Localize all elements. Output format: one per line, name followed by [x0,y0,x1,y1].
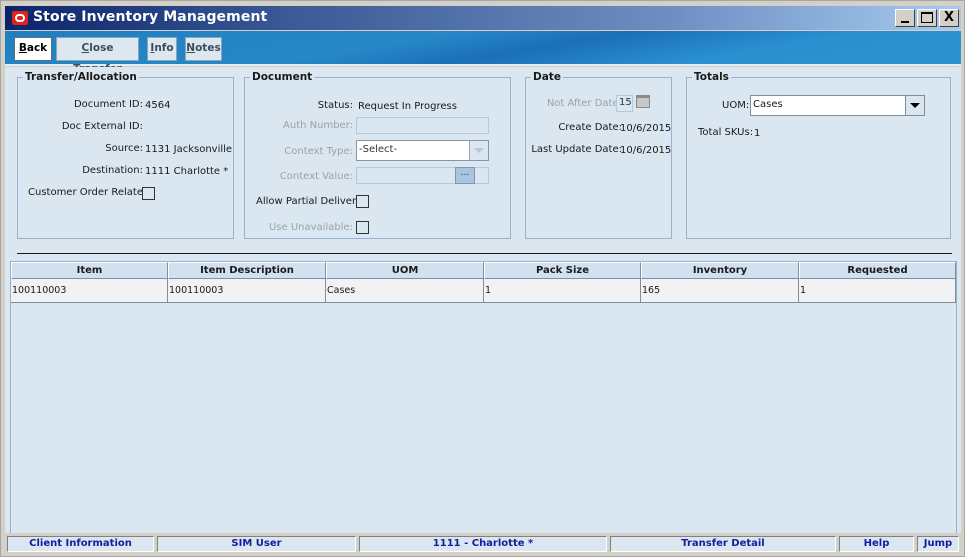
column-header-item-description[interactable]: Item Description [168,262,326,279]
notes-button[interactable]: Notes [185,37,222,61]
context-value-browse-button[interactable]: ... [455,167,475,184]
destination-value: 1111 Charlotte * [145,166,229,177]
transfer-allocation-legend: Transfer/Allocation [25,71,137,83]
cell-uom[interactable]: Cases [326,279,484,303]
close-icon: X [943,10,955,25]
customer-order-related-label: Customer Order Related: [28,187,153,198]
date-group: Date Not After Date: 15 Create Date: 10/… [525,71,672,239]
status-label: Status: [317,100,353,111]
cell-inventory[interactable]: 165 [641,279,799,303]
close-window-button[interactable]: X [939,9,959,27]
column-header-pack-size[interactable]: Pack Size [484,262,641,279]
allow-partial-delivery-label: Allow Partial Delivery: [256,196,365,207]
auth-number-input[interactable] [356,117,489,134]
status-client-information[interactable]: Client Information [7,536,154,552]
main-content: Transfer/Allocation Document ID: 4564 Do… [5,67,961,533]
status-value: Request In Progress [358,101,457,112]
allow-partial-delivery-checkbox[interactable] [356,195,369,208]
chevron-down-icon [905,96,924,115]
use-unavailable-label: Use Unavailable: [268,222,353,233]
notes-mnemonic: N [186,42,196,54]
transfer-allocation-group: Transfer/Allocation Document ID: 4564 Do… [17,71,234,239]
source-value: 1131 Jacksonville [145,144,233,155]
back-mnemonic: B [18,42,27,54]
jump-link[interactable]: Jump [917,536,959,552]
not-after-date-label: Not After Date: [546,98,622,109]
title-bar[interactable]: Store Inventory Management X [5,6,961,30]
help-link[interactable]: Help [839,536,914,552]
use-unavailable-checkbox[interactable] [356,221,369,234]
context-type-label: Context Type: [284,146,353,157]
cell-requested[interactable]: 1 [799,279,956,303]
uom-select[interactable]: Cases [750,95,925,116]
column-header-requested[interactable]: Requested [799,262,956,279]
date-legend: Date [533,71,561,83]
total-skus-value: 1 [754,128,761,139]
minimize-icon [901,21,909,23]
back-button[interactable]: Back [14,37,52,61]
status-store[interactable]: 1111 - Charlotte * [359,536,607,552]
last-update-date-value: 10/6/2015 [620,145,672,156]
info-label: nfo [154,42,174,54]
document-id-label: Document ID: [73,99,143,110]
create-date-label: Create Date: [558,122,622,133]
create-date-value: 10/6/2015 [620,123,672,134]
chevron-down-icon [469,141,488,160]
table-header-row: Item Item Description UOM Pack Size Inve… [11,262,956,279]
context-type-select[interactable]: -Select- [356,140,489,161]
auth-number-label: Auth Number: [283,120,353,131]
customer-order-related-checkbox[interactable] [142,187,155,200]
destination-label: Destination: [82,165,143,176]
notes-label: otes [195,42,221,54]
column-header-uom[interactable]: UOM [326,262,484,279]
maximize-button[interactable] [917,9,937,27]
maximize-icon [921,12,933,23]
column-header-item[interactable]: Item [11,262,168,279]
context-type-value: -Select- [359,144,398,155]
app-window: Store Inventory Management X Back Close … [0,0,965,557]
status-bar: Client Information SIM User 1111 - Charl… [5,536,961,553]
not-after-date-input[interactable]: 15 [616,95,633,112]
section-divider [17,253,952,254]
transfer-items-table: Item Item Description UOM Pack Size Inve… [10,261,957,533]
minimize-button[interactable] [895,9,915,27]
window-title: Store Inventory Management [33,9,268,25]
cell-item[interactable]: 100110003 [11,279,168,303]
total-skus-label: Total SKUs: [698,127,754,138]
doc-external-id-label: Doc External ID: [61,121,143,132]
calendar-icon[interactable] [636,95,650,108]
toolbar: Back Close Transfer Info Notes [5,31,961,75]
uom-select-value: Cases [753,99,783,110]
close-transfer-button[interactable]: Close Transfer [56,37,139,75]
table-row[interactable]: 100110003 100110003 Cases 1 165 1 [11,279,956,303]
status-screen-name[interactable]: Transfer Detail [610,536,836,552]
document-legend: Document [252,71,313,83]
status-user[interactable]: SIM User [157,536,356,552]
oracle-logo-icon [12,11,28,25]
column-header-inventory[interactable]: Inventory [641,262,799,279]
uom-label: UOM: [722,100,750,111]
totals-legend: Totals [694,71,729,83]
cell-pack-size[interactable]: 1 [484,279,641,303]
cell-item-description[interactable]: 100110003 [168,279,326,303]
source-label: Source: [105,143,143,154]
document-group: Document Status: Request In Progress Aut… [244,71,511,239]
info-button[interactable]: Info [147,37,177,61]
back-label: ack [26,42,48,54]
totals-group: Totals UOM: Cases Total SKUs: 1 [686,71,951,239]
context-value-label: Context Value: [279,171,353,182]
last-update-date-label: Last Update Date: [531,144,622,155]
document-id-value: 4564 [145,100,171,111]
